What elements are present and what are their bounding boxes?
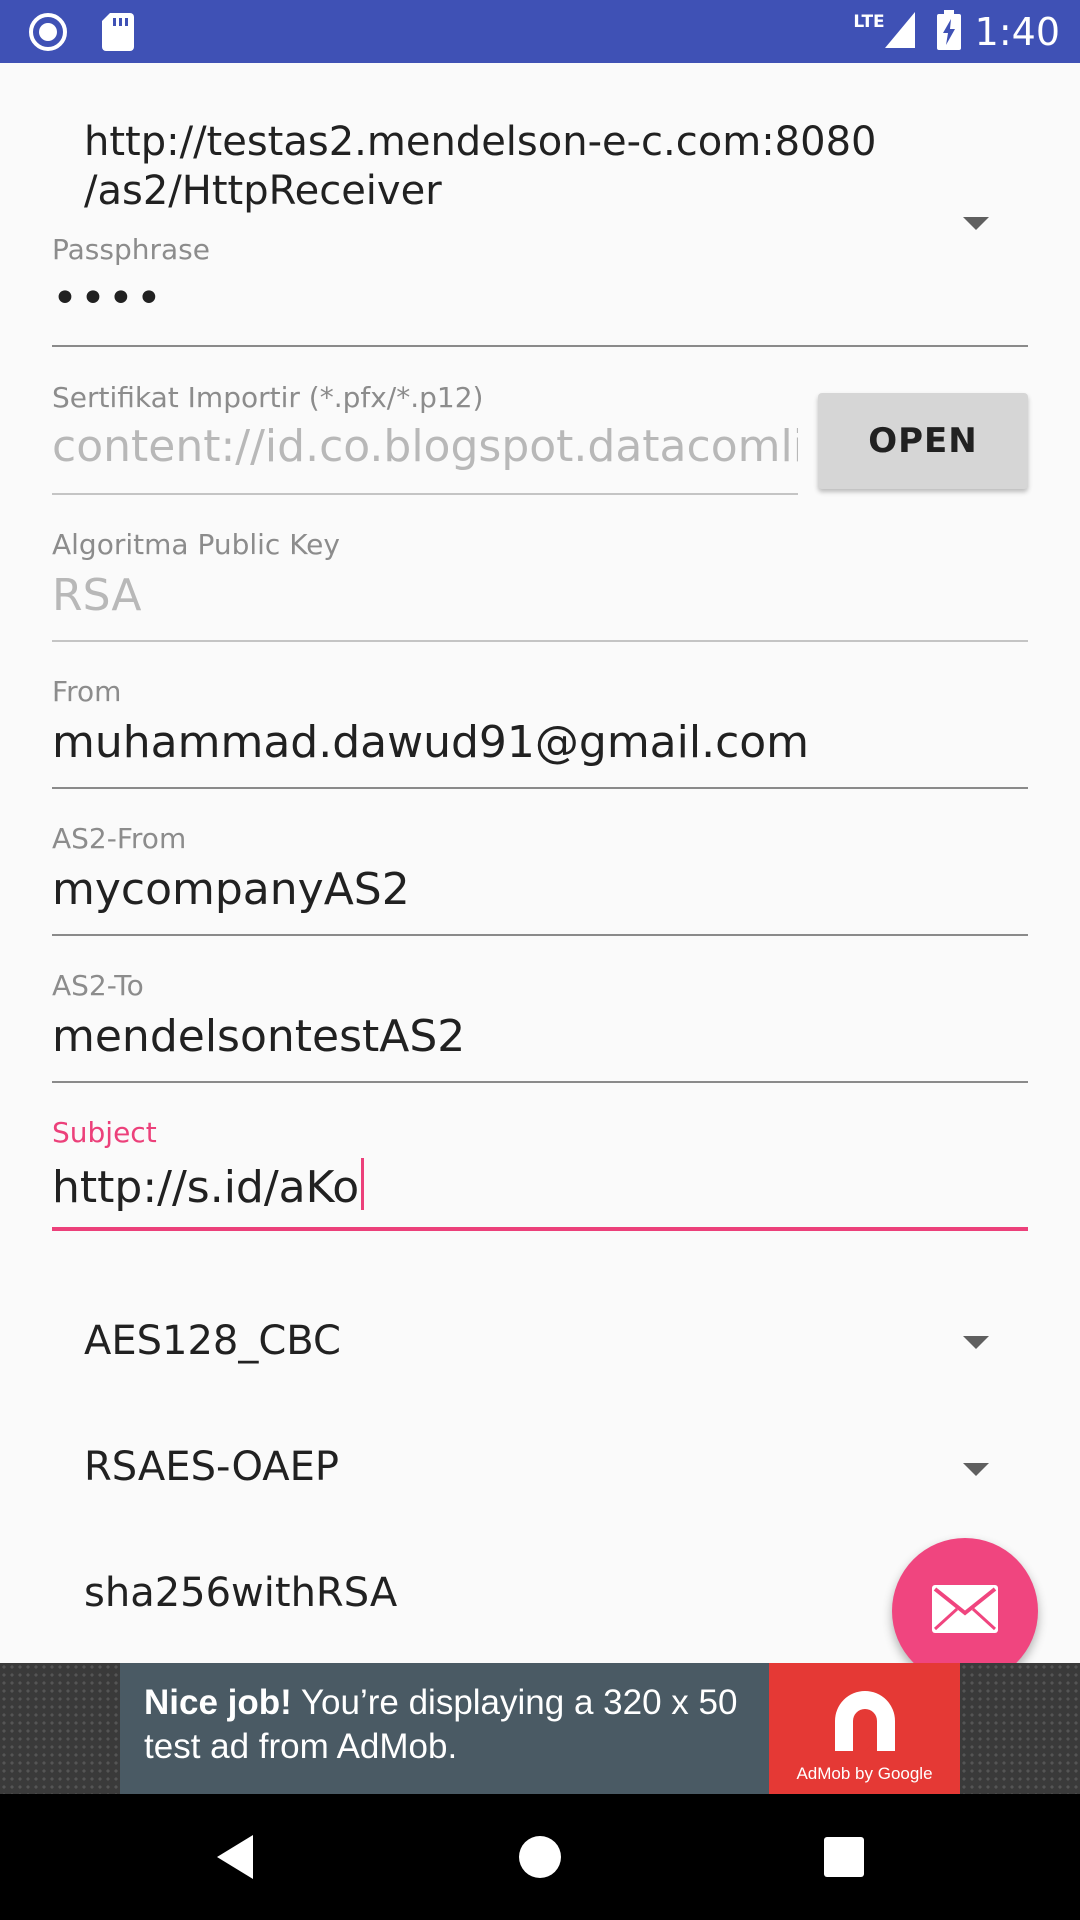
back-button[interactable]: [175, 1794, 295, 1920]
public-key-underline: [52, 640, 1028, 642]
ad-banner[interactable]: Nice job! You’re displaying a 320 x 50 t…: [120, 1663, 960, 1794]
signature-spinner-value: sha256withRSA: [84, 1570, 398, 1616]
from-label: From: [52, 675, 122, 708]
url-spinner-line2: /as2/HttpReceiver: [84, 168, 442, 214]
text-cursor: [361, 1158, 365, 1210]
chevron-down-icon: [963, 1336, 989, 1349]
signal-icon: [884, 11, 915, 52]
public-key-label: Algoritma Public Key: [52, 528, 340, 561]
open-button[interactable]: OPEN: [818, 393, 1028, 489]
network-type: LTE: [853, 11, 885, 32]
as2-to-field[interactable]: AS2-To mendelsontestAS2: [52, 969, 1028, 1089]
chevron-down-icon: [963, 1463, 989, 1476]
public-key-field[interactable]: Algoritma Public Key RSA: [52, 528, 1028, 648]
recents-icon: [824, 1837, 864, 1877]
as2-to-input[interactable]: mendelsontestAS2: [52, 1011, 465, 1062]
from-field[interactable]: From muhammad.dawud91@gmail.com: [52, 675, 1028, 795]
home-icon: [519, 1836, 561, 1878]
certificate-field[interactable]: Sertifikat Importir (*.pfx/*.p12) conten…: [52, 381, 798, 501]
certificate-label: Sertifikat Importir (*.pfx/*.p12): [52, 381, 484, 414]
passphrase-input[interactable]: ••••: [52, 273, 164, 324]
back-icon: [217, 1835, 253, 1879]
public-key-input[interactable]: RSA: [52, 570, 141, 621]
as2-to-label: AS2-To: [52, 969, 144, 1002]
subject-input[interactable]: http://s.id/aKo: [52, 1158, 365, 1213]
ad-logo-text: AdMob by Google: [796, 1764, 933, 1783]
sd-card-icon: [102, 13, 134, 55]
passphrase-field[interactable]: Passphrase ••••: [52, 233, 1028, 353]
as2-from-underline: [52, 934, 1028, 936]
from-input[interactable]: muhammad.dawud91@gmail.com: [52, 717, 809, 768]
clock: 1:40: [974, 9, 1060, 54]
encryption-spinner[interactable]: AES128_CBC: [0, 1303, 1080, 1383]
navigation-bar: [0, 1794, 1080, 1920]
key-transport-spinner[interactable]: RSAES-OAEP: [0, 1429, 1080, 1509]
ad-text: Nice job! You’re displaying a 320 x 50 t…: [144, 1681, 764, 1769]
form-content: http://testas2.mendelson-e-c.com:8080 /a…: [0, 63, 1080, 1663]
record-icon: [28, 12, 68, 56]
url-spinner[interactable]: http://testas2.mendelson-e-c.com:8080 /a…: [0, 118, 1080, 238]
chevron-down-icon: [963, 217, 989, 230]
as2-from-input[interactable]: mycompanyAS2: [52, 864, 410, 915]
as2-from-label: AS2-From: [52, 822, 187, 855]
home-button[interactable]: [480, 1794, 600, 1920]
passphrase-underline: [52, 345, 1028, 347]
key-transport-spinner-value: RSAES-OAEP: [84, 1444, 340, 1490]
subject-underline: [52, 1227, 1028, 1231]
subject-label: Subject: [52, 1116, 157, 1149]
mail-icon: [932, 1585, 998, 1637]
from-underline: [52, 787, 1028, 789]
subject-value: http://s.id/aKo: [52, 1162, 360, 1213]
certificate-input[interactable]: content://id.co.blogspot.datacomlin: [52, 421, 798, 472]
as2-to-underline: [52, 1081, 1028, 1083]
url-spinner-line1: http://testas2.mendelson-e-c.com:8080: [84, 119, 877, 165]
admob-logo: AdMob by Google: [769, 1663, 960, 1794]
ad-headline: Nice job!: [144, 1683, 292, 1722]
status-bar: LTE 1:40: [0, 0, 1080, 63]
certificate-underline: [52, 493, 798, 495]
admob-icon: [835, 1691, 895, 1751]
recents-button[interactable]: [784, 1794, 904, 1920]
passphrase-label: Passphrase: [52, 233, 210, 266]
as2-from-field[interactable]: AS2-From mycompanyAS2: [52, 822, 1028, 942]
encryption-spinner-value: AES128_CBC: [84, 1318, 341, 1364]
subject-field[interactable]: Subject http://s.id/aKo: [52, 1116, 1028, 1240]
battery-charging-icon: [936, 9, 961, 54]
ad-area: Nice job! You’re displaying a 320 x 50 t…: [0, 1663, 1080, 1794]
